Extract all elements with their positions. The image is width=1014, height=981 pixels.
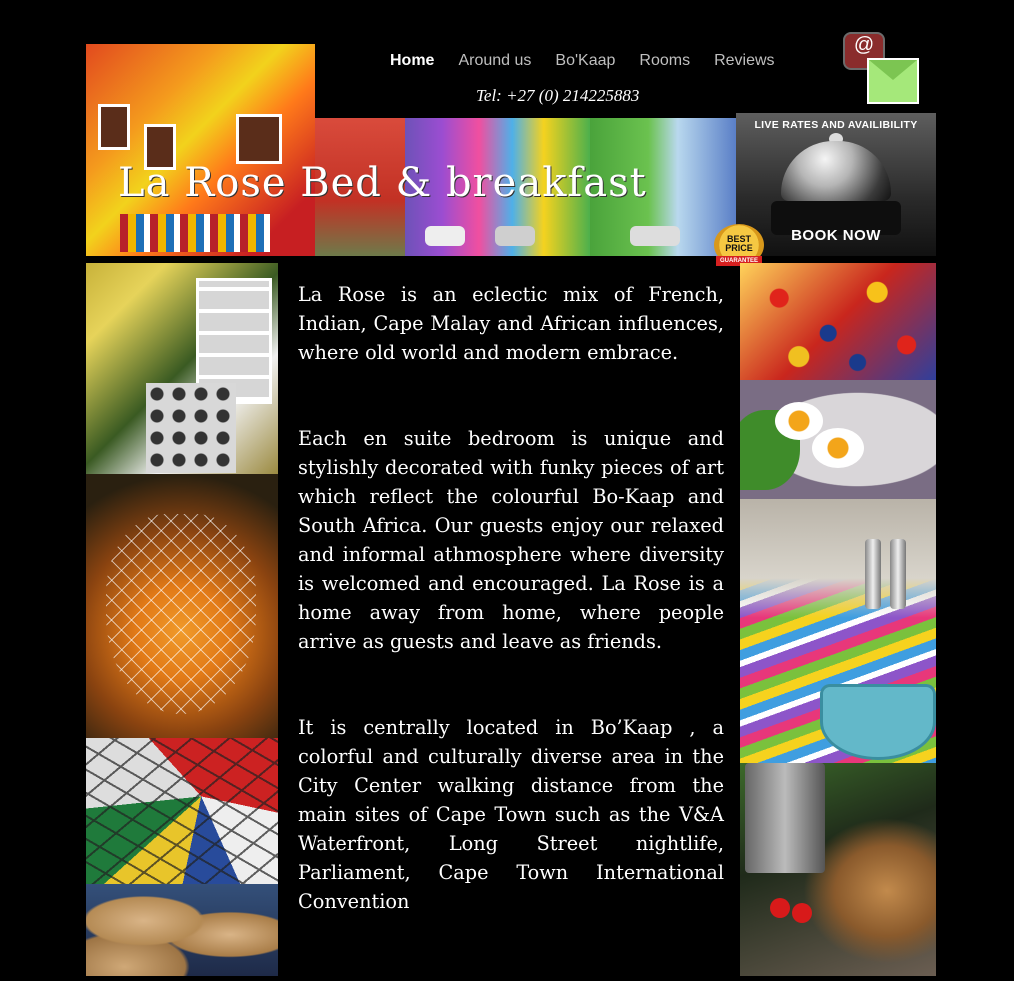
photo-bread-tomatoes [740,763,936,976]
photo-breakfast-table [740,499,936,763]
photo-biscuits [86,884,278,976]
intro-text: La Rose is an eclectic mix of French, In… [298,280,724,973]
header-house-photo [86,44,315,256]
photo-fried-eggs [740,380,936,499]
envelope-icon [867,58,919,104]
nav-reviews[interactable]: Reviews [714,52,774,74]
photo-mosaic [86,738,278,884]
photo-courtyard [86,263,278,474]
nav-rooms[interactable]: Rooms [639,52,690,74]
telephone-number: Tel: +27 (0) 214225883 [476,86,640,105]
rooms-paragraph: Each en suite bedroom is unique and styl… [298,427,724,653]
nav-around-us[interactable]: Around us [458,52,531,74]
at-symbol: @ [853,34,875,56]
photo-fruit-salad [740,263,936,380]
main-nav: Home Around us Bo'Kaap Rooms Reviews [390,52,799,74]
email-icon[interactable]: @ [843,32,919,104]
service-bell-icon [781,141,891,201]
site-brand-title: La Rose Bed & breakfast [118,160,647,206]
location-paragraph: It is centrally located in Bo’Kaap , a c… [298,716,724,913]
photo-oranges-net [86,474,278,738]
live-rates-label: LIVE RATES AND AVAILIBILITY [754,119,918,131]
nav-home[interactable]: Home [390,52,434,74]
intro-paragraph: La Rose is an eclectic mix of French, In… [298,283,724,364]
nav-bokaap[interactable]: Bo'Kaap [555,52,615,74]
